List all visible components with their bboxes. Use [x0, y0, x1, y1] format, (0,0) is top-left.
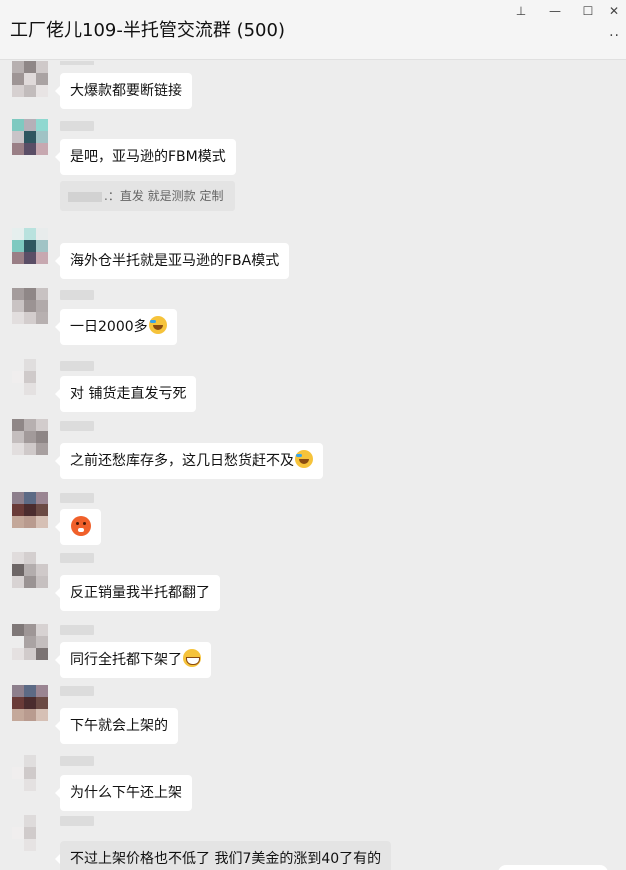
grin-icon — [183, 649, 201, 667]
message-bubble[interactable]: 为什么下午还上架 — [55, 775, 192, 811]
close-icon[interactable]: ✕ — [603, 2, 625, 20]
new-message-indicator[interactable] — [498, 865, 608, 870]
sender-name — [60, 686, 94, 696]
sender-name — [60, 816, 94, 826]
sender-name — [60, 61, 94, 65]
avatar[interactable] — [12, 288, 48, 324]
message-text: 是吧，亚马逊的FBM模式 — [70, 149, 226, 165]
avatar[interactable] — [12, 359, 48, 395]
message-bubble-selected[interactable]: 不过上架价格也不低了 我们7美金的涨到40了有的 — [54, 841, 392, 870]
message-text: 之前还愁库存多，这几日愁货赶不及 — [70, 453, 294, 469]
blush-icon — [71, 516, 91, 536]
sender-name — [60, 361, 94, 371]
minimize-icon[interactable]: — — [544, 2, 566, 20]
avatar[interactable] — [12, 492, 48, 528]
avatar[interactable] — [12, 119, 48, 155]
avatar[interactable] — [12, 419, 48, 455]
pin-icon[interactable]: ⊥ — [510, 2, 532, 20]
avatar[interactable] — [12, 61, 48, 97]
window-titlebar: 工厂佬儿109-半托管交流群 (500) ⊥ — ☐ ✕ ·· — [0, 0, 626, 60]
maximize-icon[interactable]: ☐ — [577, 2, 599, 20]
message-bubble[interactable]: 大爆款都要断链接 — [55, 73, 192, 109]
message-bubble[interactable]: 同行全托都下架了 — [55, 642, 211, 678]
chat-title: 工厂佬儿109-半托管交流群 (500) — [10, 20, 285, 41]
sender-name — [60, 421, 94, 431]
message-bubble[interactable]: 对 铺货走直发亏死 — [54, 376, 197, 412]
message-list[interactable]: 大爆款都要断链接 是吧，亚马逊的FBM模式 .：直发 就是测款 定制 海外仓半托… — [0, 61, 626, 870]
quoted-text: .：直发 就是测款 定制 — [104, 189, 224, 203]
avatar[interactable] — [12, 685, 48, 721]
sender-name — [60, 756, 94, 766]
message-bubble[interactable]: 是吧，亚马逊的FBM模式 — [55, 139, 236, 175]
message-text: 对 铺货走直发亏死 — [70, 386, 187, 402]
laugh-cry-icon — [295, 450, 313, 468]
message-text: 不过上架价格也不低了 我们7美金的涨到40了有的 — [70, 851, 382, 867]
avatar[interactable] — [12, 624, 48, 660]
sender-name — [60, 493, 94, 503]
message-bubble[interactable]: 海外仓半托就是亚马逊的FBA模式 — [54, 243, 290, 279]
sender-name — [60, 121, 94, 131]
message-text: 同行全托都下架了 — [70, 652, 182, 668]
laugh-cry-icon — [148, 316, 167, 334]
avatar[interactable] — [12, 228, 48, 264]
avatar[interactable] — [12, 552, 48, 588]
message-bubble[interactable]: 一日2000多 — [55, 309, 177, 345]
message-bubble[interactable]: 之前还愁库存多，这几日愁货赶不及 — [55, 443, 323, 479]
message-text: 一日2000多 — [70, 319, 148, 335]
message-bubble[interactable]: 反正销量我半托都翻了 — [55, 575, 220, 611]
message-text: 反正销量我半托都翻了 — [70, 585, 210, 601]
message-text: 下午就会上架的 — [70, 718, 168, 734]
more-options-icon[interactable]: ·· — [609, 28, 620, 44]
message-bubble[interactable] — [55, 509, 101, 545]
sender-name — [60, 625, 94, 635]
sender-name — [60, 553, 94, 563]
message-text: 大爆款都要断链接 — [70, 83, 182, 99]
sender-name — [60, 290, 94, 300]
avatar[interactable] — [12, 755, 48, 791]
message-text: 为什么下午还上架 — [70, 785, 182, 801]
quoted-message[interactable]: .：直发 就是测款 定制 — [60, 181, 236, 211]
message-text: 海外仓半托就是亚马逊的FBA模式 — [70, 253, 280, 269]
avatar[interactable] — [12, 815, 48, 851]
quoted-sender — [68, 191, 102, 202]
message-bubble[interactable]: 下午就会上架的 — [55, 708, 178, 744]
